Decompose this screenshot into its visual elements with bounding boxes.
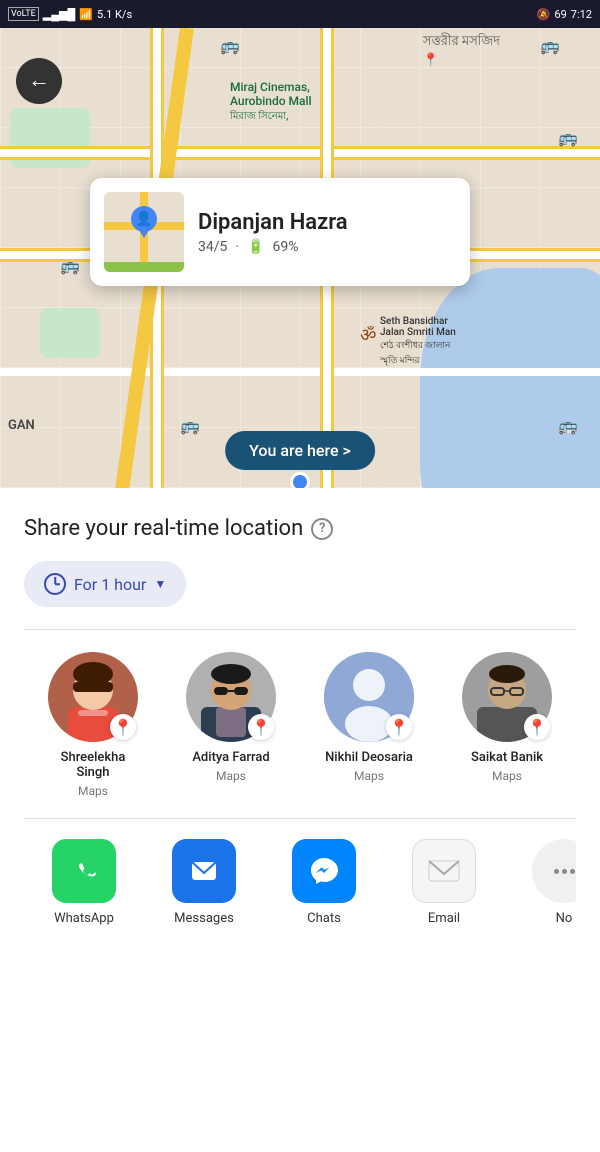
carrier-label: VoLTE: [8, 7, 39, 21]
thumb-pin: 👤: [131, 206, 157, 232]
maps-pin-icon-nikhil: 📍: [389, 718, 409, 737]
battery-percent: 69%: [273, 239, 299, 255]
park-area-2: [40, 308, 100, 358]
you-are-here-label: You are here >: [249, 441, 351, 460]
map-label-seth: Seth BansidharJalan Smriti Manশেঠ বংশীধর…: [380, 316, 456, 368]
contact-saikat[interactable]: 📍 Saikat Banik Maps: [462, 652, 552, 798]
share-title-container: Share your real-time location ?: [24, 516, 576, 541]
email-label: Email: [428, 911, 460, 926]
road-h3: [0, 368, 600, 376]
bottom-sheet: Share your real-time location ? For 1 ho…: [0, 488, 600, 942]
messages-icon: [172, 839, 236, 903]
avatar-wrap-saikat: 📍: [462, 652, 552, 742]
bus-icon-1: 🚌: [220, 36, 240, 55]
avatar-wrap-nikhil: 📍: [324, 652, 414, 742]
dot-2: [562, 869, 567, 874]
maps-badge-aditya: 📍: [248, 714, 274, 740]
water-area: [420, 268, 600, 488]
more-icon: [532, 839, 576, 903]
person-name: Dipanjan Hazra: [198, 210, 450, 235]
dropdown-arrow-icon: ▼: [154, 577, 166, 591]
bus-icon-3: 🚌: [558, 128, 578, 147]
maps-badge-nikhil: 📍: [386, 714, 412, 740]
app-chats[interactable]: Chats: [264, 839, 384, 926]
speed-label: 5.1 K/s: [97, 8, 132, 21]
map-area: Miraj Cinemas,Aurobindo Mallমিরাজ সিনেমা…: [0, 28, 600, 488]
separator: ·: [235, 239, 239, 255]
person-details: 34/5 · 🔋 69%: [198, 239, 450, 255]
contact-name-nikhil: Nikhil Deosaria: [325, 750, 413, 765]
app-more[interactable]: No: [504, 839, 576, 926]
apps-row: WhatsApp Messages Chats: [24, 819, 576, 942]
chats-label: Chats: [307, 911, 341, 926]
duration-selector[interactable]: For 1 hour ▼: [24, 561, 186, 607]
maps-pin-icon-aditya: 📍: [251, 718, 271, 737]
back-button[interactable]: ←: [16, 58, 62, 104]
maps-pin-icon-saikat: 📍: [527, 718, 547, 737]
battery-icon: 🔋: [247, 239, 264, 255]
map-label-gan: GAN: [8, 418, 35, 433]
card-info: Dipanjan Hazra 34/5 · 🔋 69%: [198, 210, 450, 255]
om-symbol: ॐ: [360, 323, 376, 347]
chats-icon: [292, 839, 356, 903]
contact-sub-saikat: Maps: [492, 769, 522, 783]
contact-nikhil[interactable]: 📍 Nikhil Deosaria Maps: [324, 652, 414, 798]
location-dot: [290, 472, 310, 488]
bus-icon-6: 🚌: [180, 416, 200, 435]
app-email[interactable]: Email: [384, 839, 504, 926]
back-arrow-icon: ←: [28, 70, 50, 92]
app-messages[interactable]: Messages: [144, 839, 264, 926]
app-whatsapp[interactable]: WhatsApp: [24, 839, 144, 926]
contact-sub-nikhil: Maps: [354, 769, 384, 783]
more-label: No: [556, 911, 573, 926]
map-label-cinemas: Miraj Cinemas,Aurobindo Mallমিরাজ সিনেমা…: [230, 80, 312, 126]
status-right: 🔕 69 7:12: [537, 8, 592, 21]
duration-label: For 1 hour: [74, 575, 146, 594]
bus-icon-5: 🚌: [558, 416, 578, 435]
maps-badge-saikat: 📍: [524, 714, 550, 740]
card-thumbnail: 👤: [104, 192, 184, 272]
road-h1-inner: [0, 149, 600, 157]
contact-name-aditya: Aditya Farrad: [192, 750, 269, 765]
battery-label: 69: [554, 8, 566, 21]
contact-name-saikat: Saikat Banik: [471, 750, 543, 765]
status-left: VoLTE ▂▄▆█ 📶 5.1 K/s: [8, 7, 132, 21]
maps-badge-shreelekha: 📍: [110, 714, 136, 740]
clock-icon: [44, 573, 66, 595]
dot-1: [554, 869, 559, 874]
contacts-row: 📍 Shreelekha Singh Maps: [24, 652, 576, 818]
contact-sub-aditya: Maps: [216, 769, 246, 783]
whatsapp-icon: [52, 839, 116, 903]
you-are-here-button[interactable]: You are here >: [225, 431, 375, 470]
maps-pin-icon-shreelekha: 📍: [113, 718, 133, 737]
mute-icon: 🔕: [537, 8, 551, 21]
dot-3: [570, 869, 575, 874]
thumb-green: [104, 262, 184, 272]
email-icon: [412, 839, 476, 903]
whatsapp-label: WhatsApp: [54, 911, 114, 926]
avatar-wrap-shreelekha: 📍: [48, 652, 138, 742]
bus-icon-4: 🚌: [60, 256, 80, 275]
status-bar: VoLTE ▂▄▆█ 📶 5.1 K/s 🔕 69 7:12: [0, 0, 600, 28]
bus-icon-2: 🚌: [540, 36, 560, 55]
messages-label: Messages: [174, 911, 234, 926]
divider-1: [24, 629, 576, 630]
wifi-icon: 📶: [79, 8, 93, 21]
top-location: সত্তরীর মসজিদ📍: [423, 32, 500, 68]
help-icon[interactable]: ?: [311, 518, 333, 540]
contact-sub-shreelekha: Maps: [78, 784, 108, 798]
share-title-text: Share your real-time location: [24, 516, 303, 541]
contact-aditya[interactable]: 📍 Aditya Farrad Maps: [186, 652, 276, 798]
rating: 34/5: [198, 239, 227, 255]
time-label: 7:12: [571, 8, 592, 21]
location-info-card[interactable]: 👤 Dipanjan Hazra 34/5 · 🔋 69%: [90, 178, 470, 286]
thumb-person-icon: 👤: [135, 211, 152, 227]
avatar-wrap-aditya: 📍: [186, 652, 276, 742]
contact-shreelekha[interactable]: 📍 Shreelekha Singh Maps: [48, 652, 138, 798]
contact-name-shreelekha: Shreelekha Singh: [48, 750, 138, 780]
signal-bars: ▂▄▆█: [43, 8, 76, 21]
